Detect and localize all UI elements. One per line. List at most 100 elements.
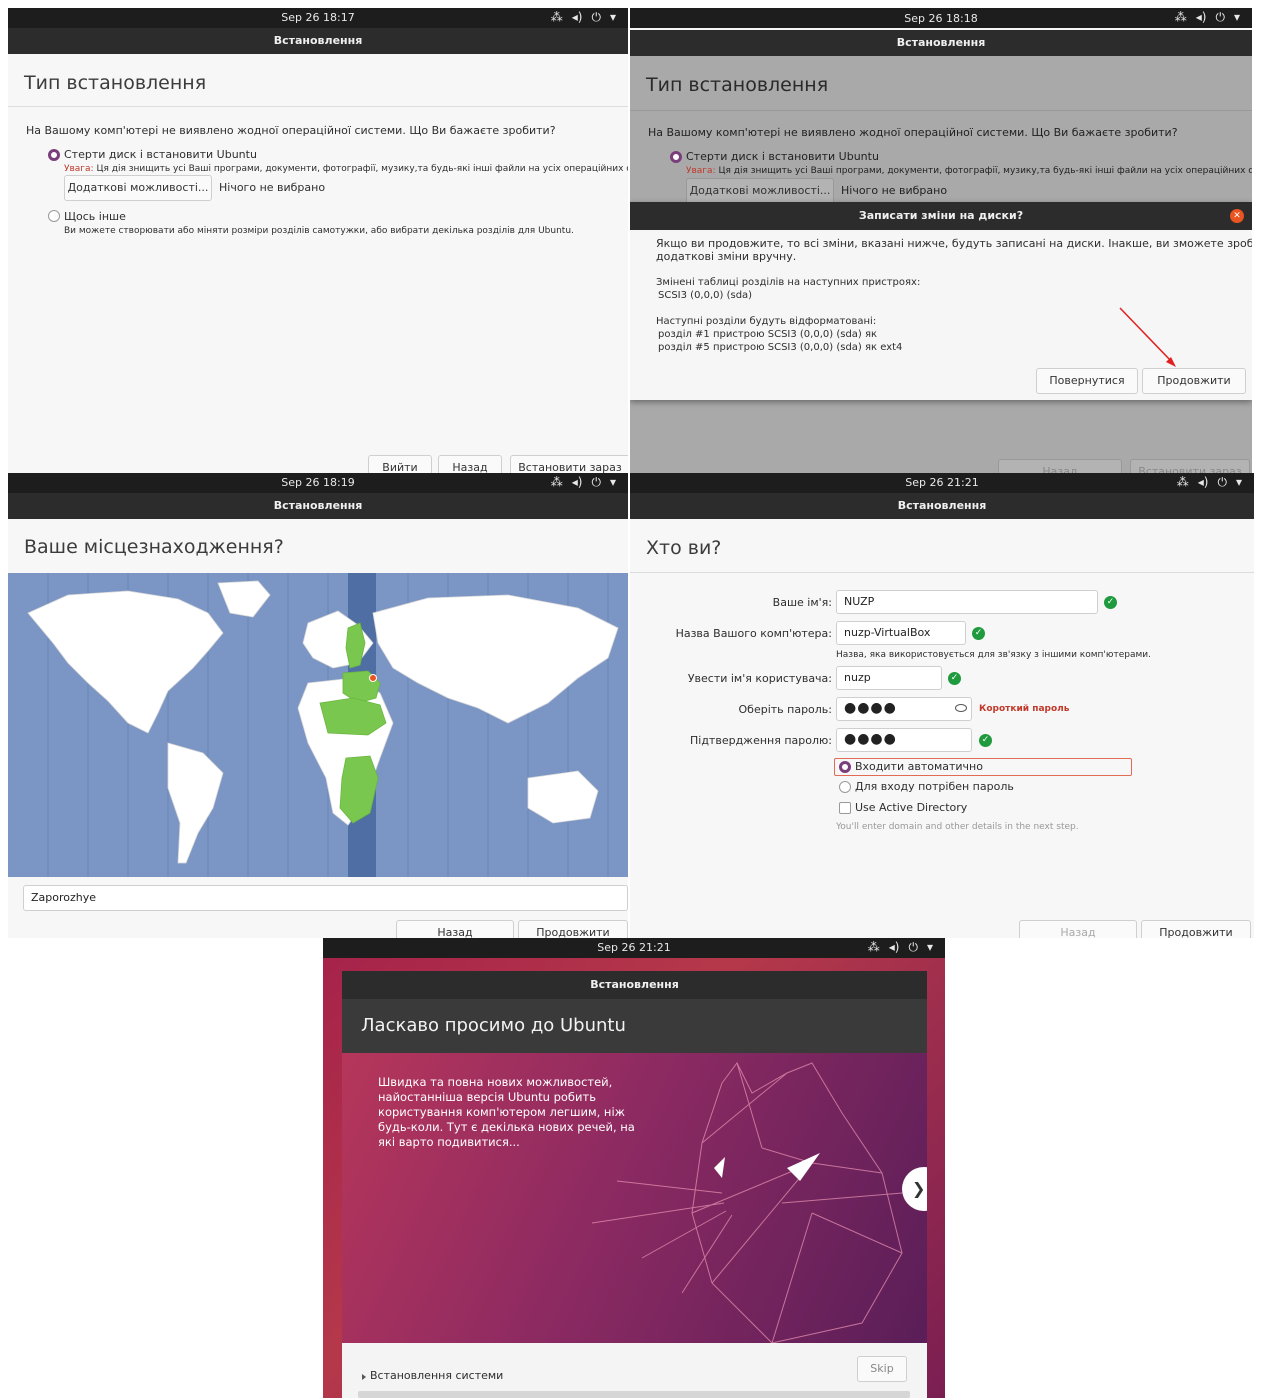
chevron-down-icon[interactable]: ▾ [610,10,616,25]
clock[interactable]: Sep 26 18:18 [630,12,1252,25]
location-input[interactable]: Zaporozhye [23,885,628,911]
question-text: На Вашому комп'ютері не виявлено жодної … [648,126,1178,139]
active-directory-checkbox[interactable] [839,802,851,814]
window-title: Встановлення [8,493,628,519]
advanced-features-button[interactable]: Додаткові можливості... [686,178,834,204]
partition-1: розділ #1 пристрою SCSI3 (0,0,0) (sda) я… [658,329,878,340]
network-icon[interactable]: ⁂ [551,10,563,25]
top-bar: Sep 26 18:17 ⁂ ◂) ⏻ ▾ [8,8,628,28]
name-input[interactable]: NUZP [836,590,1098,614]
password-input[interactable]: ●●●● [836,697,972,721]
power-icon[interactable]: ⏻ [908,940,918,955]
chevron-down-icon[interactable]: ▾ [1234,10,1240,25]
skip-button[interactable]: Skip [857,1356,907,1382]
warning-label: Увага: [64,164,94,174]
short-password-warning: Короткий пароль [979,704,1070,714]
installer-window: Встановлення Ласкаво просимо до Ubuntu Ш… [342,971,927,1398]
top-bar: Sep 26 18:19 ⁂ ◂) ⏻ ▾ [8,473,628,493]
system-tray[interactable]: ⁂ ◂) ⏻ ▾ [551,10,616,25]
back-button[interactable]: Назад [438,455,502,473]
auto-login-radio[interactable] [839,761,851,773]
panel-confirm-write: Sep 26 18:18 ⁂ ◂) ⏻ ▾ Встановлення Тип в… [630,8,1252,473]
back-button[interactable]: Назад [1019,920,1137,938]
quit-button[interactable]: Вийти [368,455,432,473]
progress-toggle-icon[interactable] [362,1374,366,1380]
progress-bar [358,1391,910,1398]
power-icon[interactable]: ⏻ [591,10,601,25]
slide-line: будь-коли. Тут є декілька нових речей, н… [378,1120,635,1134]
advanced-features-button[interactable]: Додаткові можливості... [64,175,212,201]
install-now-button[interactable]: Встановити зараз [1130,459,1250,473]
volume-icon[interactable]: ◂) [572,10,583,25]
clock[interactable]: Sep 26 21:21 [630,476,1254,489]
eye-icon[interactable] [955,704,967,712]
slide-line: найостанніша версія Ubuntu робить [378,1090,596,1104]
back-button[interactable]: Назад [998,459,1122,473]
page-title: Ваше місцезнаходження? [24,536,284,558]
top-bar: Sep 26 21:21 ⁂ ◂) ⏻ ▾ [630,473,1254,493]
volume-icon[interactable]: ◂) [1198,475,1209,490]
auto-login-label[interactable]: Входити автоматично [855,760,983,773]
close-icon[interactable]: ✕ [1230,209,1244,223]
system-tray[interactable]: ⁂ ◂) ⏻ ▾ [1175,10,1240,25]
divider [8,106,628,107]
world-map[interactable] [8,573,628,877]
panel-location: Sep 26 18:19 ⁂ ◂) ⏻ ▾ Встановлення Ваше … [8,473,628,938]
active-directory-label[interactable]: Use Active Directory [855,801,967,814]
erase-disk-label[interactable]: Стерти диск і встановити Ubuntu [686,150,879,163]
system-tray[interactable]: ⁂ ◂) ⏻ ▾ [1177,475,1242,490]
something-else-radio[interactable] [48,210,60,222]
volume-icon[interactable]: ◂) [889,940,900,955]
continue-button[interactable]: Продовжити [1141,920,1251,938]
system-tray[interactable]: ⁂ ◂) ⏻ ▾ [551,475,616,490]
username-label: Увести ім'я користувача: [687,672,832,685]
username-input[interactable]: nuzp [836,666,942,690]
chevron-down-icon[interactable]: ▾ [927,940,933,955]
window-title: Встановлення [342,971,927,999]
window-title: Встановлення [630,30,1252,56]
question-text: На Вашому комп'ютері не виявлено жодної … [26,124,556,137]
power-icon[interactable]: ⏻ [1217,475,1227,490]
chevron-down-icon[interactable]: ▾ [610,475,616,490]
progress-label[interactable]: Встановлення системи [370,1369,503,1382]
clock[interactable]: Sep 26 21:21 [323,941,945,954]
erase-disk-label[interactable]: Стерти диск і встановити Ubuntu [64,148,257,161]
volume-icon[interactable]: ◂) [572,475,583,490]
clock[interactable]: Sep 26 18:19 [8,476,628,489]
require-password-label[interactable]: Для входу потрібен пароль [855,780,1014,793]
timezone-map[interactable] [8,573,628,877]
volume-icon[interactable]: ◂) [1196,10,1207,25]
install-now-button[interactable]: Встановити зараз [510,455,628,473]
network-icon[interactable]: ⁂ [1177,475,1189,490]
network-icon[interactable]: ⁂ [1175,10,1187,25]
require-password-radio[interactable] [839,781,851,793]
warning-body: Ця дія знищить усі Ваші програми, докуме… [96,164,628,174]
page-title: Ласкаво просимо до Ubuntu [361,1015,626,1036]
slide-line: які варто подивитися... [378,1135,520,1149]
something-else-label[interactable]: Щось інше [64,210,126,223]
divider [630,572,1254,573]
check-icon: ✓ [1104,596,1117,609]
confirm-dialog: Записати зміни на диски? ✕ Якщо ви продо… [630,202,1252,400]
confirm-password-label: Підтвердження паролю: [690,734,832,747]
dialog-titlebar: Записати зміни на диски? ✕ [630,202,1252,230]
confirm-password-input[interactable]: ●●●● [836,728,972,752]
computer-name-hint: Назва, яка використовується для зв'язку … [836,650,1151,660]
power-icon[interactable]: ⏻ [591,475,601,490]
formatted-label: Наступні розділи будуть відформатовані: [656,316,877,327]
computer-name-input[interactable]: nuzp-VirtualBox [836,621,966,645]
red-arrow-annotation [1119,307,1176,367]
network-icon[interactable]: ⁂ [551,475,563,490]
page-title: Тип встановлення [646,74,829,96]
chevron-down-icon[interactable]: ▾ [1236,475,1242,490]
erase-disk-radio[interactable] [670,151,682,163]
network-icon[interactable]: ⁂ [868,940,880,955]
window-title: Встановлення [630,493,1254,519]
continue-button[interactable]: Продовжити [518,920,628,938]
system-tray[interactable]: ⁂ ◂) ⏻ ▾ [868,940,933,955]
back-button[interactable]: Назад [396,920,514,938]
power-icon[interactable]: ⏻ [1215,10,1225,25]
clock[interactable]: Sep 26 18:17 [8,11,628,24]
slideshow: Швидка та повна нових можливостей, найос… [342,1053,927,1343]
erase-disk-radio[interactable] [48,149,60,161]
